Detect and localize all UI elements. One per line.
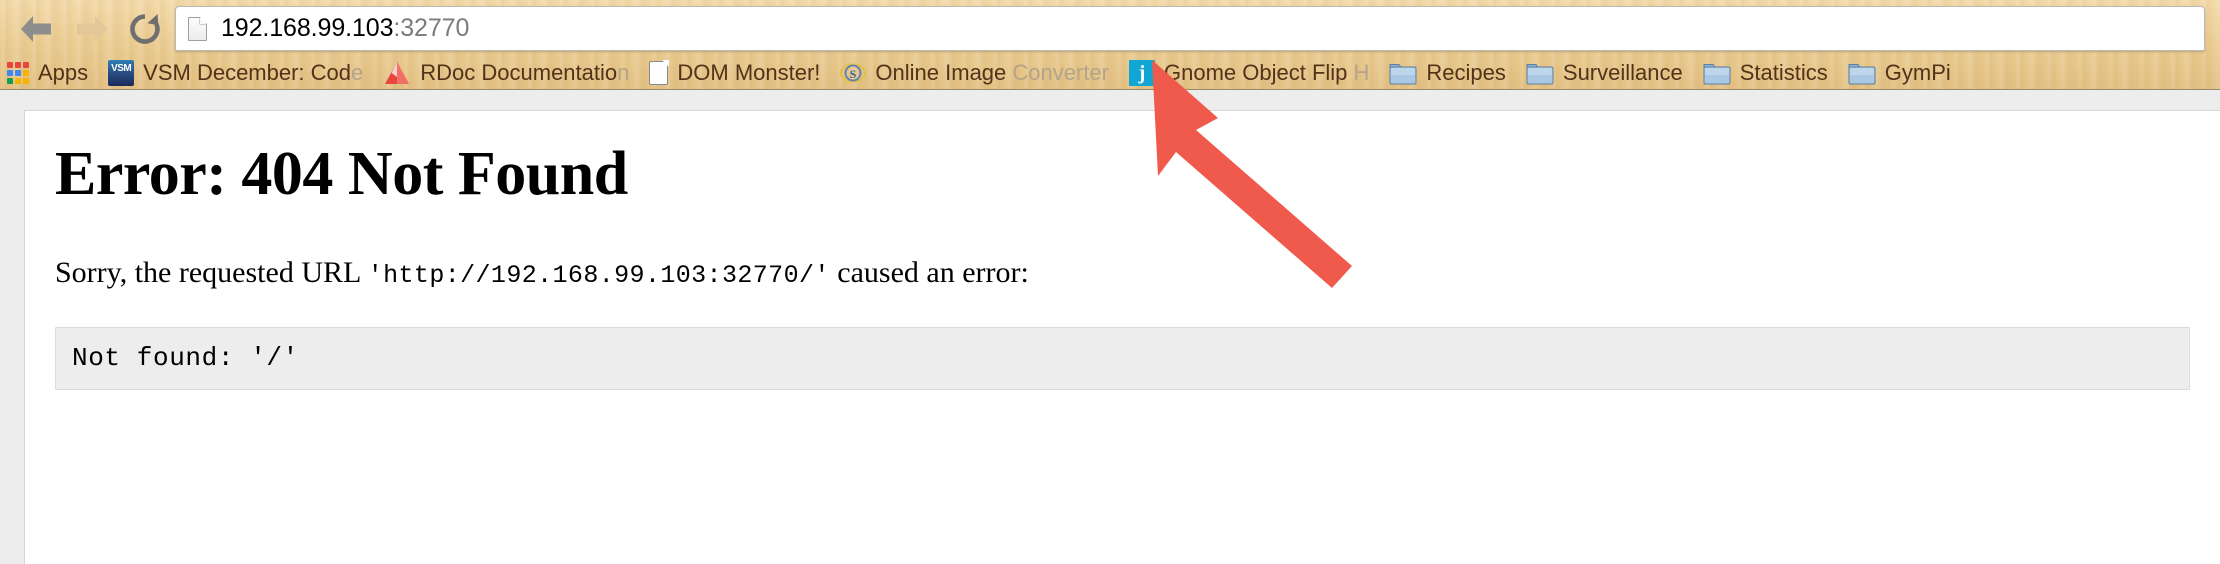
error-url: 'http://192.168.99.103:32770/': [367, 260, 830, 290]
bookmark-label: Apps: [38, 60, 89, 85]
bookmark-folder-recipes[interactable]: Recipes: [1382, 58, 1512, 88]
error-detail-block: Not found: '/': [55, 327, 2190, 390]
page-icon: [188, 16, 207, 41]
back-button[interactable]: [14, 6, 60, 52]
gnome-icon: j: [1129, 60, 1155, 86]
bookmark-label: Online Image Converter: [875, 60, 1109, 85]
browser-toolbar: 192.168.99.103:32770: [0, 0, 2220, 57]
bookmark-dom-monster[interactable]: DOM Monster!: [642, 58, 827, 88]
bookmark-vsm-december[interactable]: VSM VSM December: Code: [101, 58, 370, 88]
bookmark-rdoc-documentation[interactable]: RDoc Documentation: [376, 58, 636, 88]
bookmark-label: Recipes: [1426, 60, 1506, 85]
folder-icon: [1848, 62, 1876, 85]
bookmark-label: GymPi: [1884, 60, 1951, 85]
folder-icon: [1703, 62, 1731, 85]
svg-text:S: S: [850, 67, 857, 81]
bookmark-label: Surveillance: [1562, 60, 1683, 85]
error-description-suffix: caused an error:: [829, 255, 1029, 289]
address-port: :32770: [393, 14, 470, 42]
address-bar-text: 192.168.99.103:32770: [221, 14, 469, 43]
page-content-pane: Error: 404 Not Found Sorry, the requeste…: [24, 110, 2220, 564]
browser-chrome: 192.168.99.103:32770 Apps VSM VSM Decemb…: [0, 0, 2220, 90]
bookmark-folder-surveillance[interactable]: Surveillance: [1519, 58, 1690, 88]
bookmark-label: DOM Monster!: [677, 60, 821, 85]
apps-grid-icon: [7, 62, 29, 84]
bookmark-label: Gnome Object Flip H: [1164, 60, 1370, 85]
bookmark-label: VSM December: Code: [143, 60, 364, 85]
browser-window: 192.168.99.103:32770 Apps VSM VSM Decemb…: [0, 0, 2220, 564]
address-host: 192.168.99.103: [221, 14, 394, 42]
bookmark-gnome-object-flip[interactable]: j Gnome Object Flip H: [1122, 58, 1376, 88]
folder-icon: [1389, 62, 1417, 85]
dollar-circle-icon: S: [840, 60, 867, 86]
address-bar[interactable]: 192.168.99.103:32770: [175, 6, 2205, 51]
bookmark-folder-statistics[interactable]: Statistics: [1696, 58, 1835, 88]
reload-button[interactable]: [122, 6, 168, 52]
document-icon: [649, 60, 669, 85]
bookmark-label: RDoc Documentation: [420, 60, 630, 85]
error-page: Error: 404 Not Found Sorry, the requeste…: [25, 111, 2220, 390]
bookmark-apps[interactable]: Apps: [0, 58, 95, 88]
vsm-icon: VSM: [108, 60, 135, 86]
rdoc-icon: [383, 60, 411, 86]
forward-button[interactable]: [68, 6, 114, 52]
error-description-prefix: Sorry, the requested URL: [55, 255, 368, 289]
error-description: Sorry, the requested URL 'http://192.168…: [55, 254, 2190, 292]
folder-icon: [1526, 62, 1554, 85]
page-title: Error: 404 Not Found: [55, 140, 628, 208]
page-viewport: Error: 404 Not Found Sorry, the requeste…: [0, 90, 2220, 564]
bookmark-online-image-converter[interactable]: S Online Image Converter: [833, 58, 1116, 88]
bookmark-folder-gympi[interactable]: GymPi: [1841, 58, 1958, 88]
bookmark-label: Statistics: [1739, 60, 1828, 85]
bookmarks-bar: Apps VSM VSM December: Code RDoc Documen…: [0, 57, 2220, 89]
